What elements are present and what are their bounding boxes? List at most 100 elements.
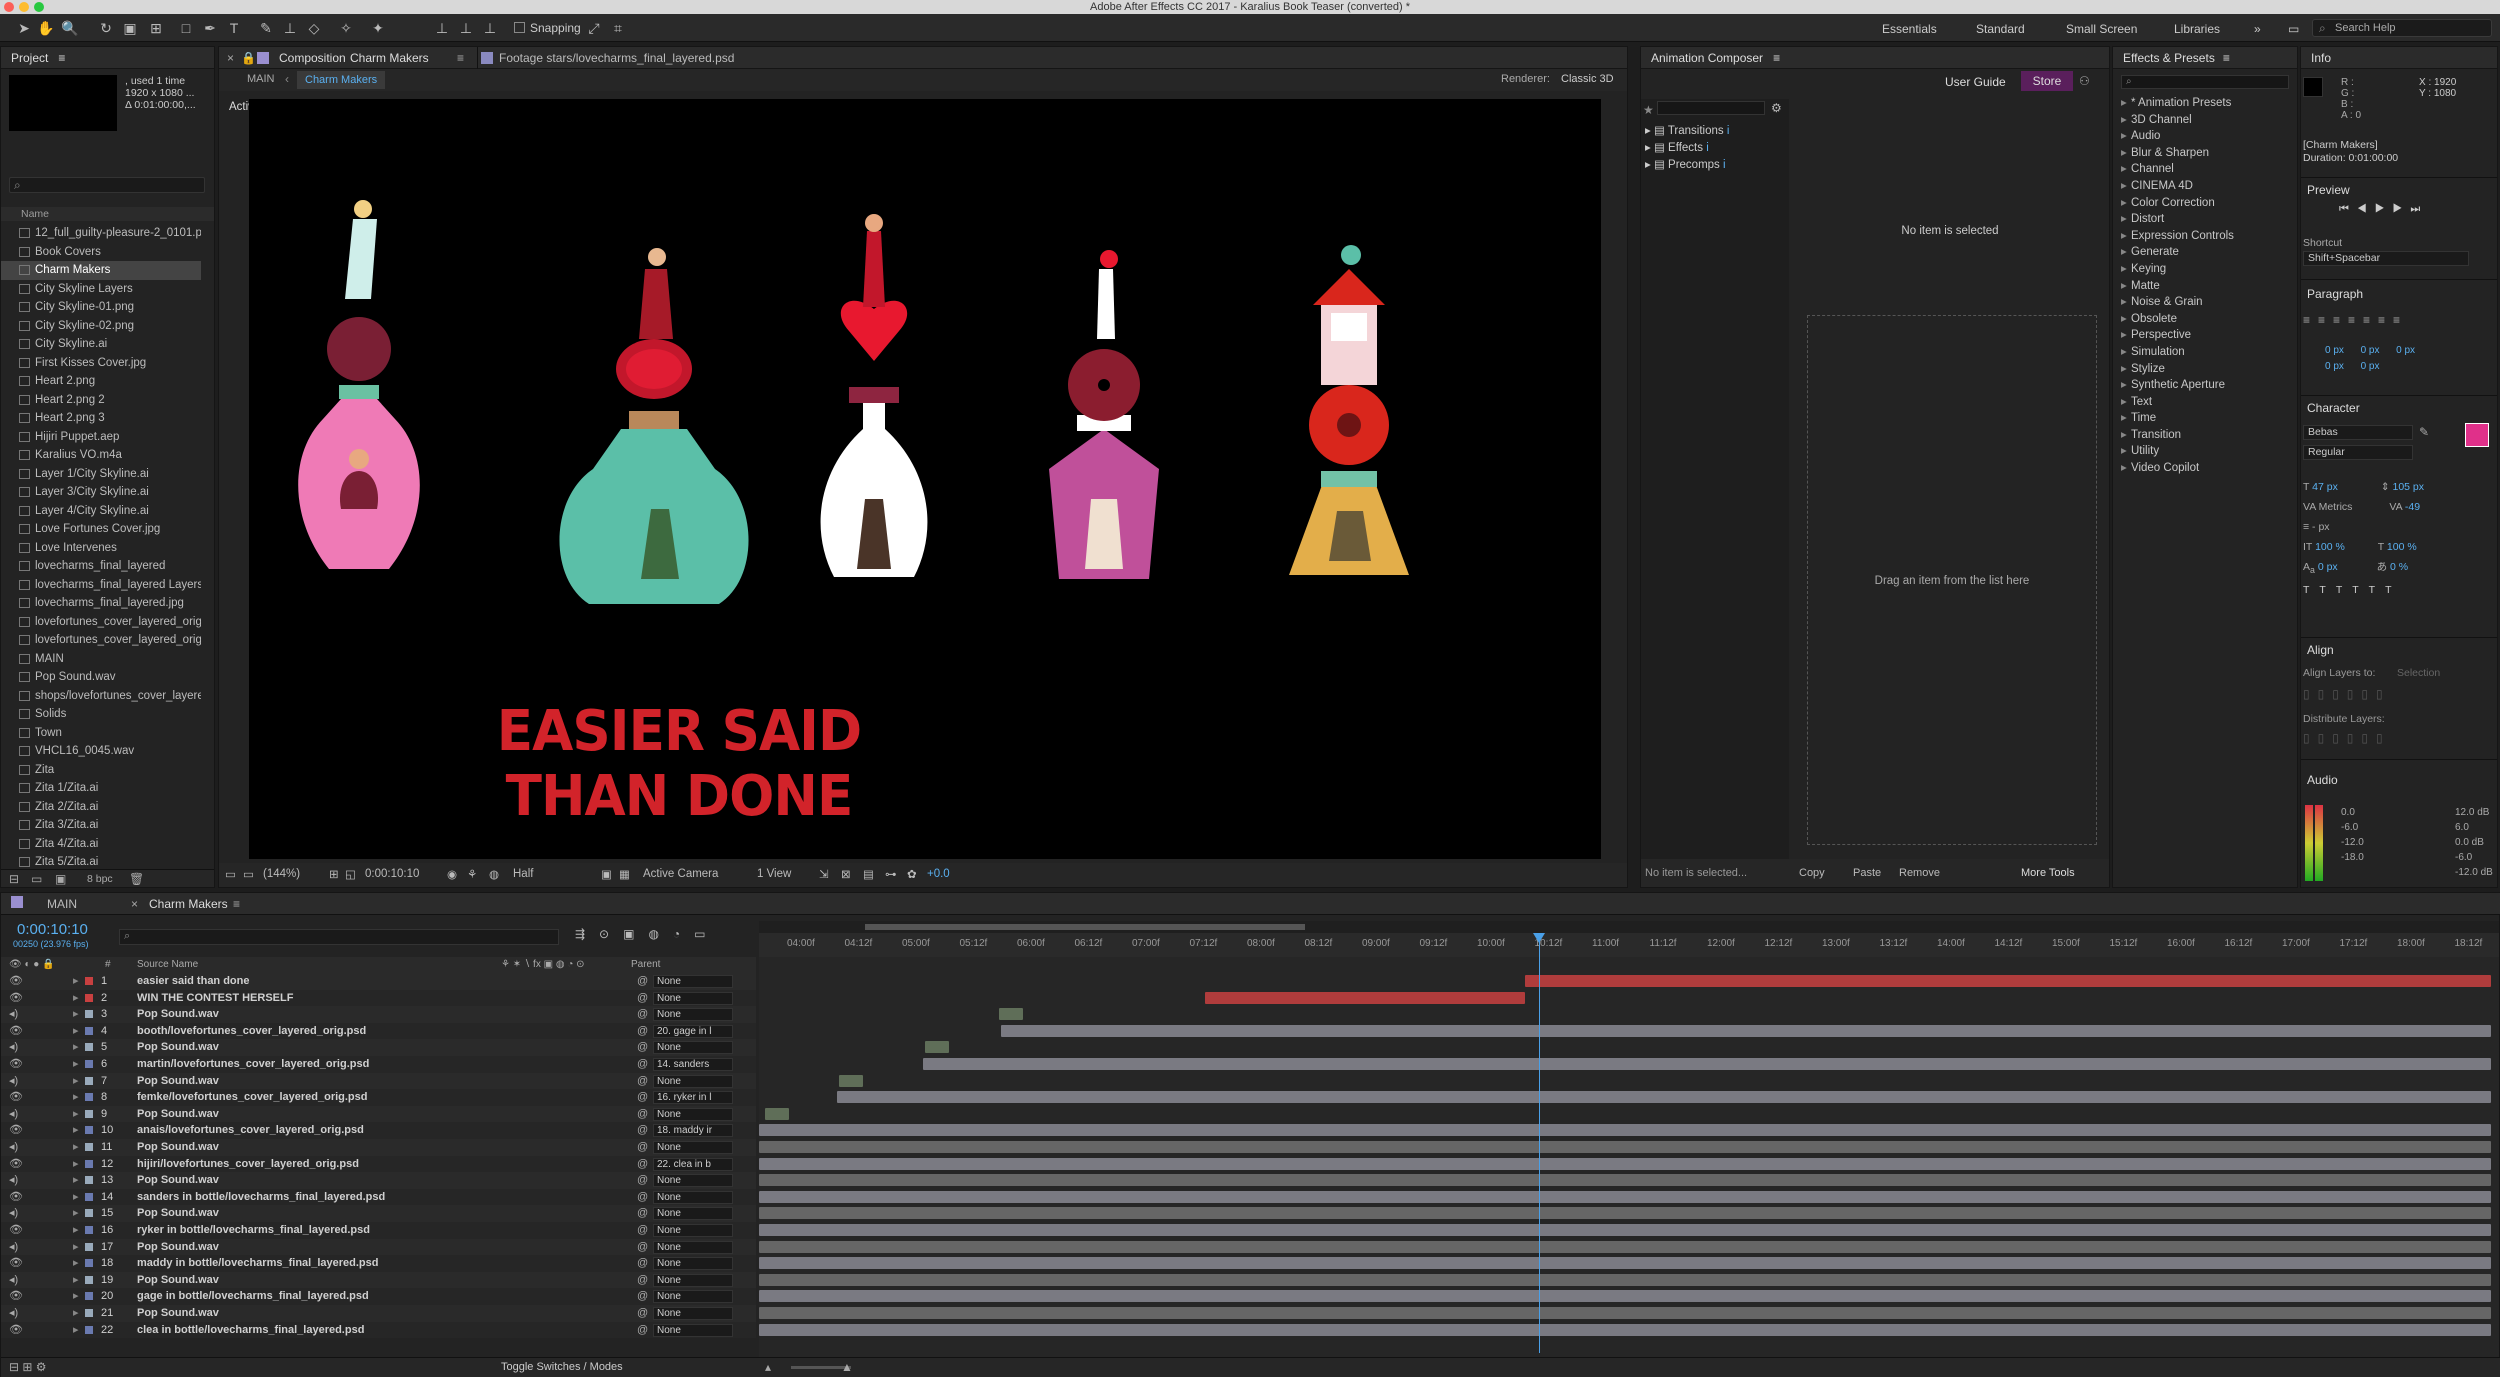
label-color-swatch[interactable] bbox=[85, 1242, 93, 1251]
eye-icon[interactable]: 👁 bbox=[9, 1189, 23, 1206]
effect-category[interactable]: Generate bbox=[2117, 244, 2295, 261]
speaker-icon[interactable]: ◂) bbox=[9, 1205, 18, 1222]
project-item[interactable]: lovecharms_final_layered Layers bbox=[1, 576, 201, 595]
project-item[interactable]: Heart 2.png 3 bbox=[1, 409, 201, 428]
workspace-switch-icon[interactable]: ▭ bbox=[2288, 22, 2299, 36]
project-item[interactable]: Book Covers bbox=[1, 243, 201, 262]
monitor-icon[interactable]: ▭ bbox=[243, 867, 254, 881]
expand-chevron-icon[interactable]: ▸ bbox=[73, 1073, 79, 1090]
world-axis-icon[interactable]: ⊥ bbox=[456, 18, 476, 38]
project-item[interactable]: City Skyline-01.png bbox=[1, 298, 201, 317]
speaker-icon[interactable]: ◂) bbox=[9, 1073, 18, 1090]
layer-duration-bar[interactable] bbox=[765, 1107, 789, 1120]
rotate-tool-icon[interactable]: ↻ bbox=[96, 18, 116, 38]
close-tab-icon[interactable]: × bbox=[131, 897, 138, 911]
parent-pickwhip-icon[interactable]: @ bbox=[637, 1073, 648, 1090]
layer-name[interactable]: Pop Sound.wav bbox=[137, 1073, 219, 1090]
align-buttons[interactable]: ▯▯▯▯▯▯ bbox=[2303, 687, 2391, 701]
layer-name[interactable]: Pop Sound.wav bbox=[137, 1006, 219, 1023]
effect-category[interactable]: Time bbox=[2117, 410, 2295, 427]
paragraph-align-buttons[interactable]: ≡≡≡≡≡≡≡ bbox=[2303, 313, 2408, 327]
effect-category[interactable]: Keying bbox=[2117, 261, 2295, 278]
effect-category[interactable]: Matte bbox=[2117, 278, 2295, 295]
layer-row[interactable]: ◂) ▸ 7 Pop Sound.wav @ None bbox=[1, 1072, 756, 1090]
puppet-pin-tool-icon[interactable]: ✦ bbox=[368, 18, 388, 38]
color-channel-icon[interactable]: ◍ bbox=[489, 867, 499, 881]
project-item[interactable]: Zita 2/Zita.ai bbox=[1, 798, 201, 817]
new-folder-icon[interactable]: ▭ bbox=[31, 872, 42, 886]
timeline-search-input[interactable]: ⌕ bbox=[119, 929, 559, 945]
speaker-icon[interactable]: ◂) bbox=[9, 1305, 18, 1322]
label-color-swatch[interactable] bbox=[85, 1060, 93, 1068]
drop-zone[interactable]: Drag an item from the list here bbox=[1807, 315, 2097, 845]
expand-chevron-icon[interactable]: ▸ bbox=[73, 1056, 79, 1073]
parent-select[interactable]: None bbox=[653, 1074, 733, 1088]
rectangle-tool-icon[interactable]: □ bbox=[176, 18, 196, 38]
zoom-tool-icon[interactable]: 🔍 bbox=[60, 18, 80, 38]
tab-charm-makers[interactable]: Charm Makers bbox=[149, 897, 228, 911]
zoom-out-icon[interactable]: ▴ bbox=[765, 1360, 771, 1374]
effect-category[interactable]: * Animation Presets bbox=[2117, 95, 2295, 112]
parent-select[interactable]: None bbox=[653, 1107, 733, 1121]
composition-viewer[interactable]: EASIER SAID THAN DONE bbox=[249, 99, 1601, 859]
tracking-value[interactable]: -49 bbox=[2405, 501, 2420, 513]
eye-icon[interactable]: 👁 bbox=[9, 1122, 23, 1139]
mask-visibility-icon[interactable]: ◱ bbox=[345, 867, 356, 881]
project-item[interactable]: Solids bbox=[1, 705, 201, 724]
exposure-value[interactable]: +0.0 bbox=[927, 868, 950, 880]
clone-stamp-tool-icon[interactable]: ⊥ bbox=[280, 18, 300, 38]
project-item[interactable]: City Skyline.ai bbox=[1, 335, 201, 354]
layer-name[interactable]: anais/lovefortunes_cover_layered_orig.ps… bbox=[137, 1122, 364, 1139]
label-color-swatch[interactable] bbox=[85, 1109, 93, 1118]
tab-menu-icon[interactable]: ≡ bbox=[457, 47, 464, 69]
parent-select[interactable]: None bbox=[653, 1008, 733, 1022]
composition-tab-label[interactable]: Composition bbox=[279, 47, 346, 69]
layer-row[interactable]: 👁 ▸ 12 hijiri/lovefortunes_cover_layered_or… bbox=[1, 1155, 756, 1173]
effect-category[interactable]: Color Correction bbox=[2117, 195, 2295, 212]
project-item[interactable]: 12_full_guilty-pleasure-2_0101.psd bbox=[1, 224, 201, 243]
category-precomps[interactable]: ▸ ▤ Precomps i bbox=[1645, 157, 1729, 174]
anim-composer-search[interactable] bbox=[1657, 101, 1765, 115]
footage-tab[interactable]: Footage stars/lovecharms_final_layered.p… bbox=[499, 47, 734, 69]
account-icon[interactable]: ⚇ bbox=[2079, 74, 2090, 88]
snapping-checkbox[interactable] bbox=[514, 22, 525, 33]
label-color-swatch[interactable] bbox=[85, 977, 93, 985]
project-item[interactable]: lovefortunes_cover_layered_orig bbox=[1, 613, 201, 632]
font-size-value[interactable]: 47 px bbox=[2312, 481, 2338, 493]
view-axis-icon[interactable]: ⊥ bbox=[480, 18, 500, 38]
fast-previews-icon[interactable]: ⊠ bbox=[841, 867, 851, 881]
effect-category[interactable]: Text bbox=[2117, 394, 2295, 411]
layer-name[interactable]: booth/lovefortunes_cover_layered_orig.ps… bbox=[137, 1023, 366, 1040]
parent-select[interactable]: None bbox=[653, 1190, 733, 1204]
label-color-swatch[interactable] bbox=[85, 1226, 93, 1234]
shortcut-select[interactable]: Shift+Spacebar bbox=[2303, 251, 2469, 266]
label-color-swatch[interactable] bbox=[85, 1292, 93, 1301]
font-style-select[interactable]: Regular bbox=[2303, 445, 2413, 460]
layer-duration-bar[interactable] bbox=[837, 1091, 2491, 1104]
timeline-switch-icons[interactable]: ⇶⊙▣◍◔▭ bbox=[575, 927, 755, 941]
layer-name[interactable]: Pop Sound.wav bbox=[137, 1139, 219, 1156]
layer-name[interactable]: Pop Sound.wav bbox=[137, 1106, 219, 1123]
parent-select[interactable]: 18. maddy ir bbox=[653, 1124, 733, 1138]
layer-row[interactable]: 👁 ▸ 14 sanders in bottle/lovecharms_final_l… bbox=[1, 1188, 756, 1206]
parent-select[interactable]: 14. sanders bbox=[653, 1058, 733, 1071]
new-composition-icon[interactable]: ▣ bbox=[55, 872, 66, 886]
tab-menu-icon[interactable]: ≡ bbox=[233, 897, 240, 911]
expand-chevron-icon[interactable]: ▸ bbox=[73, 1255, 79, 1272]
workspace-standard[interactable]: Standard bbox=[1976, 22, 2025, 36]
layer-duration-bar[interactable] bbox=[1205, 991, 1525, 1004]
project-item[interactable]: shops/lovefortunes_cover_layered bbox=[1, 687, 201, 706]
layer-duration-bar[interactable] bbox=[759, 1290, 2491, 1303]
zoom-level[interactable]: (144%) bbox=[263, 868, 300, 880]
layer-duration-bar[interactable] bbox=[759, 1257, 2491, 1270]
eraser-tool-icon[interactable]: ◇ bbox=[304, 18, 324, 38]
project-item[interactable]: Charm Makers bbox=[1, 261, 201, 280]
parent-pickwhip-icon[interactable]: @ bbox=[637, 990, 648, 1007]
project-item[interactable]: Layer 4/City Skyline.ai bbox=[1, 502, 201, 521]
label-color-swatch[interactable] bbox=[85, 1043, 93, 1052]
layer-name[interactable]: gage in bottle/lovecharms_final_layered.… bbox=[137, 1288, 369, 1305]
toggle-pixel-aspect-icon[interactable]: ⇲ bbox=[819, 867, 829, 881]
current-time[interactable]: 0:00:10:10 bbox=[365, 868, 419, 880]
label-color-swatch[interactable] bbox=[85, 1159, 93, 1168]
stroke-value[interactable]: - px bbox=[2312, 521, 2330, 533]
